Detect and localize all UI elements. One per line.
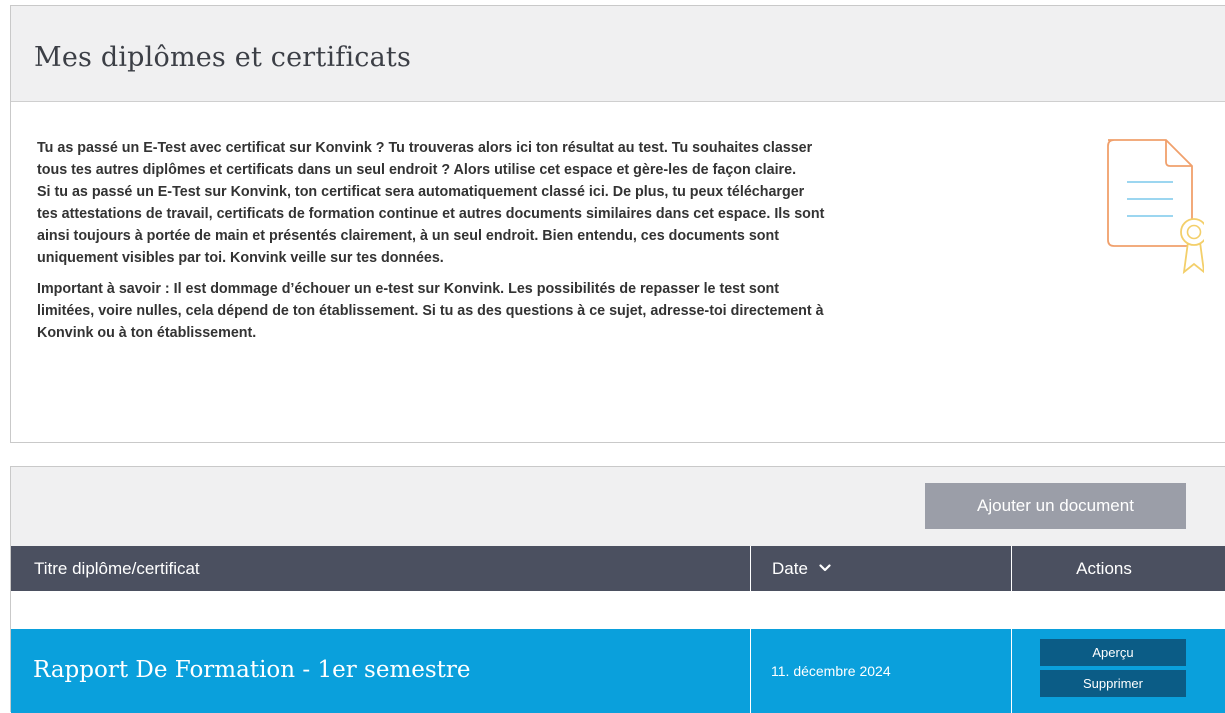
intro-paragraph-important: Important à savoir : Il est dommage d’éc… <box>37 281 824 341</box>
add-document-button[interactable]: Ajouter un document <box>925 483 1186 529</box>
intro-paragraph: Si tu as passé un E-Test sur Konvink, to… <box>37 184 825 266</box>
page-title: Mes diplômes et certificats <box>34 42 412 73</box>
column-header-actions: Actions <box>1076 559 1132 578</box>
row-actions: Aperçu Supprimer <box>1012 629 1225 713</box>
panel-header: Mes diplômes et certificats <box>11 6 1225 102</box>
preview-button[interactable]: Aperçu <box>1040 639 1186 666</box>
chevron-down-icon <box>819 564 831 572</box>
certificate-document-icon <box>1107 139 1204 275</box>
certificates-intro-panel: Mes diplômes et certificats Tu as passé … <box>10 5 1225 443</box>
table-header: Titre diplôme/certificat Date Actions <box>11 546 1225 591</box>
intro-text: Tu as passé un E-Test avec certificat su… <box>37 137 827 344</box>
table-spacer <box>11 591 1225 629</box>
delete-button[interactable]: Supprimer <box>1040 670 1186 697</box>
column-header-title: Titre diplôme/certificat <box>11 546 751 591</box>
table-row: Rapport De Formation - 1er semestre 11. … <box>11 629 1225 713</box>
column-header-date[interactable]: Date <box>751 546 1012 591</box>
certificate-title: Rapport De Formation - 1er semestre <box>11 629 751 713</box>
certificate-date: 11. décembre 2024 <box>751 629 1012 713</box>
intro-paragraph: Tu as passé un E-Test avec certificat su… <box>37 140 813 178</box>
column-header-date-label: Date <box>772 559 808 578</box>
list-toolbar: Ajouter un document <box>11 467 1225 546</box>
certificates-list-panel: Ajouter un document Titre diplôme/certif… <box>10 466 1225 713</box>
